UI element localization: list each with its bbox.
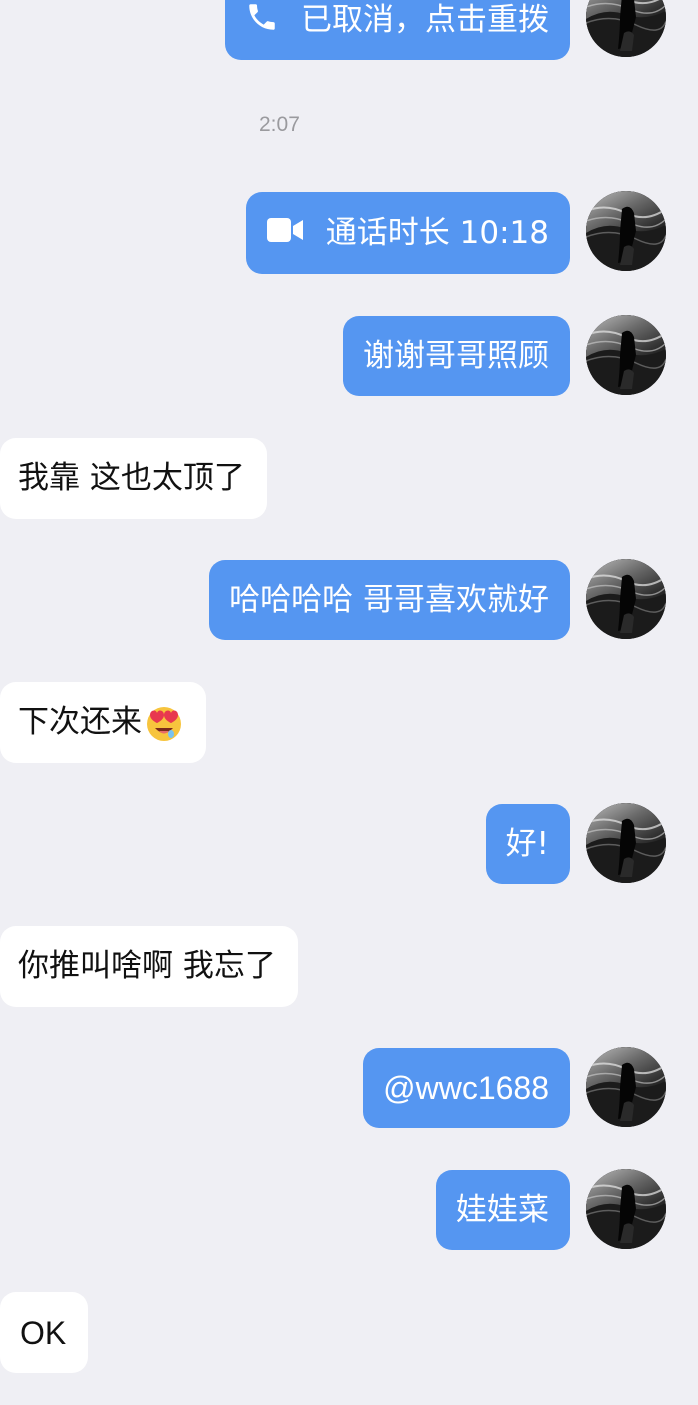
message-text: 我靠 这也太顶了: [18, 460, 245, 496]
message-bubble-incoming[interactable]: 你推叫啥啊 我忘了: [0, 926, 298, 1007]
message-text: 娃娃菜: [456, 1191, 549, 1228]
message-bubble-incoming[interactable]: 下次还来: [0, 682, 206, 763]
message-bubble-incoming[interactable]: 我靠 这也太顶了: [0, 438, 267, 519]
avatar[interactable]: [586, 315, 666, 395]
message-bubble-incoming[interactable]: OK: [0, 1292, 89, 1373]
call-duration-text: 通话时长 10:18: [325, 214, 549, 251]
avatar[interactable]: [586, 1169, 666, 1249]
message-text: @wwc1688: [383, 1070, 549, 1106]
message-bubble-outgoing[interactable]: @wwc1688: [363, 1048, 570, 1128]
message-text: 谢谢哥哥照顾: [363, 337, 549, 374]
call-cancelled-text: 已取消，点击重拨: [301, 1, 549, 38]
avatar[interactable]: [586, 191, 666, 271]
message-text: 好!: [505, 825, 549, 862]
avatar[interactable]: [586, 0, 666, 57]
video-call-bubble[interactable]: 通话时长 10:18: [245, 192, 570, 274]
message-text: 你推叫啥啊 我忘了: [18, 948, 276, 984]
message-text: OK: [20, 1314, 67, 1351]
timestamp: 2:07: [259, 113, 300, 136]
avatar[interactable]: [586, 1047, 666, 1127]
video-camera-icon: [266, 215, 304, 251]
message-bubble-outgoing[interactable]: 哈哈哈哈 哥哥喜欢就好: [209, 560, 570, 640]
message-bubble-outgoing[interactable]: 娃娃菜: [436, 1170, 570, 1250]
message-bubble-outgoing[interactable]: 谢谢哥哥照顾: [343, 316, 570, 396]
message-text: 下次还来: [18, 704, 142, 740]
avatar[interactable]: [586, 559, 666, 639]
phone-icon: [245, 0, 279, 40]
message-text: 哈哈哈哈 哥哥喜欢就好: [229, 581, 549, 618]
call-cancelled-bubble[interactable]: 已取消，点击重拨: [225, 0, 570, 60]
message-bubble-outgoing[interactable]: 好!: [485, 804, 570, 884]
heart-eyes-emoji-icon: [144, 703, 184, 743]
avatar[interactable]: [586, 803, 666, 883]
